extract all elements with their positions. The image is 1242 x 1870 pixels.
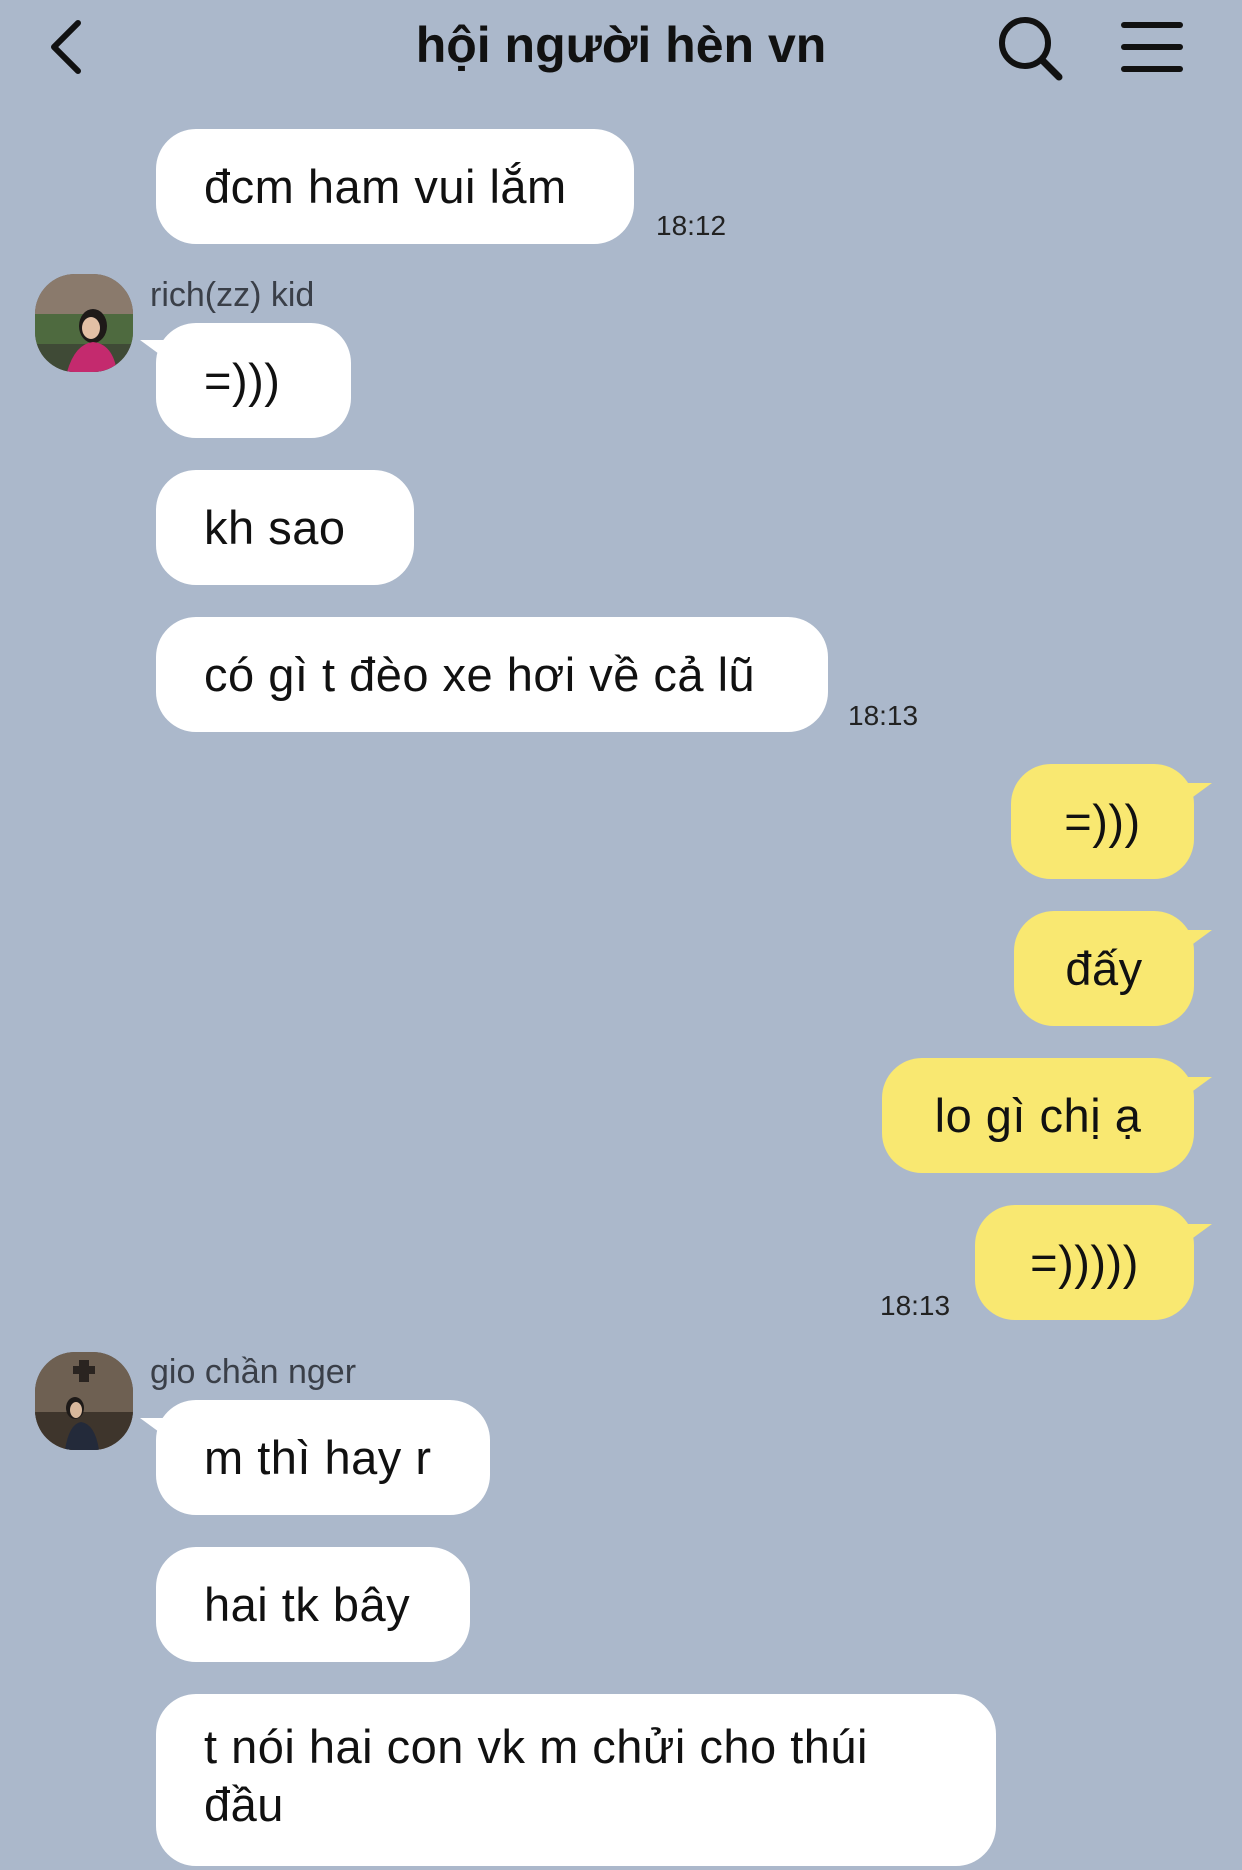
message-text: =))))) [1030,1235,1139,1289]
message-text: m thì hay r [204,1430,432,1484]
sender-name: gio chần nger [150,1353,357,1391]
avatar-photo [35,274,133,372]
chat-header: hội người hèn vn [0,0,1242,100]
chevron-left-icon [51,20,81,74]
search-button[interactable] [990,8,1070,88]
back-button[interactable] [36,12,96,82]
message-time: 18:13 [848,700,919,731]
message-bubble-incoming[interactable]: m thì hay r [156,1400,490,1515]
message-bubble-outgoing[interactable]: =))) [1011,764,1194,879]
chat-title: hội người hèn vn [415,17,827,73]
message-text: t nói hai con vk m chửi cho thúi đầu [204,1720,868,1831]
message-bubble-incoming[interactable]: đcm ham vui lắm [156,129,634,244]
message-time: 18:13 [880,1290,951,1321]
avatar-photo [35,1352,133,1450]
message-text: đcm ham vui lắm [204,159,567,213]
message-text: đấy [1065,941,1143,995]
message-time: 18:12 [656,210,727,241]
message-bubble-incoming[interactable]: hai tk bây [156,1547,470,1662]
chat-screen: hội người hèn vn đcm ham vui lắm 18:12 r… [0,0,1242,1870]
avatar[interactable] [35,1352,133,1450]
search-icon [999,17,1063,81]
message-text: lo gì chị ạ [934,1088,1142,1142]
message-bubble-outgoing[interactable]: =))))) [975,1205,1194,1320]
hamburger-menu-icon [1121,22,1183,72]
menu-button[interactable] [1112,12,1192,82]
message-text: =))) [1064,794,1141,848]
message-bubble-outgoing[interactable]: lo gì chị ạ [882,1058,1194,1173]
avatar[interactable] [35,274,133,372]
message-bubble-incoming[interactable]: kh sao [156,470,414,585]
message-text: hai tk bây [204,1577,411,1631]
message-bubble-incoming[interactable]: t nói hai con vk m chửi cho thúi đầu [156,1694,996,1866]
message-text: =))) [204,353,281,407]
message-text: có gì t đèo xe hơi về cả lũ [204,647,756,701]
sender-name: rich(zz) kid [150,276,315,314]
message-bubble-incoming[interactable]: có gì t đèo xe hơi về cả lũ [156,617,828,732]
message-bubble-incoming[interactable]: =))) [156,323,351,438]
message-bubble-outgoing[interactable]: đấy [1014,911,1194,1026]
message-text: kh sao [204,500,346,554]
